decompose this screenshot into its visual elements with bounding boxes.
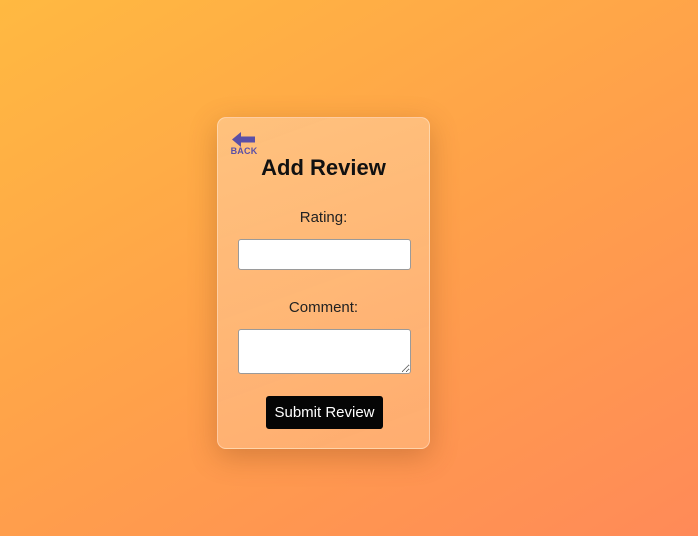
rating-label: Rating:	[299, 209, 348, 226]
arrow-left-icon	[232, 132, 255, 147]
comment-label: Comment:	[288, 299, 359, 316]
page-title: Add Review	[261, 155, 386, 180]
comment-textarea[interactable]	[238, 329, 411, 374]
submit-review-button[interactable]: Submit Review	[266, 396, 383, 429]
add-review-card: BACK Add Review Rating: Comment: Submit …	[217, 117, 430, 449]
rating-input[interactable]	[238, 239, 411, 270]
